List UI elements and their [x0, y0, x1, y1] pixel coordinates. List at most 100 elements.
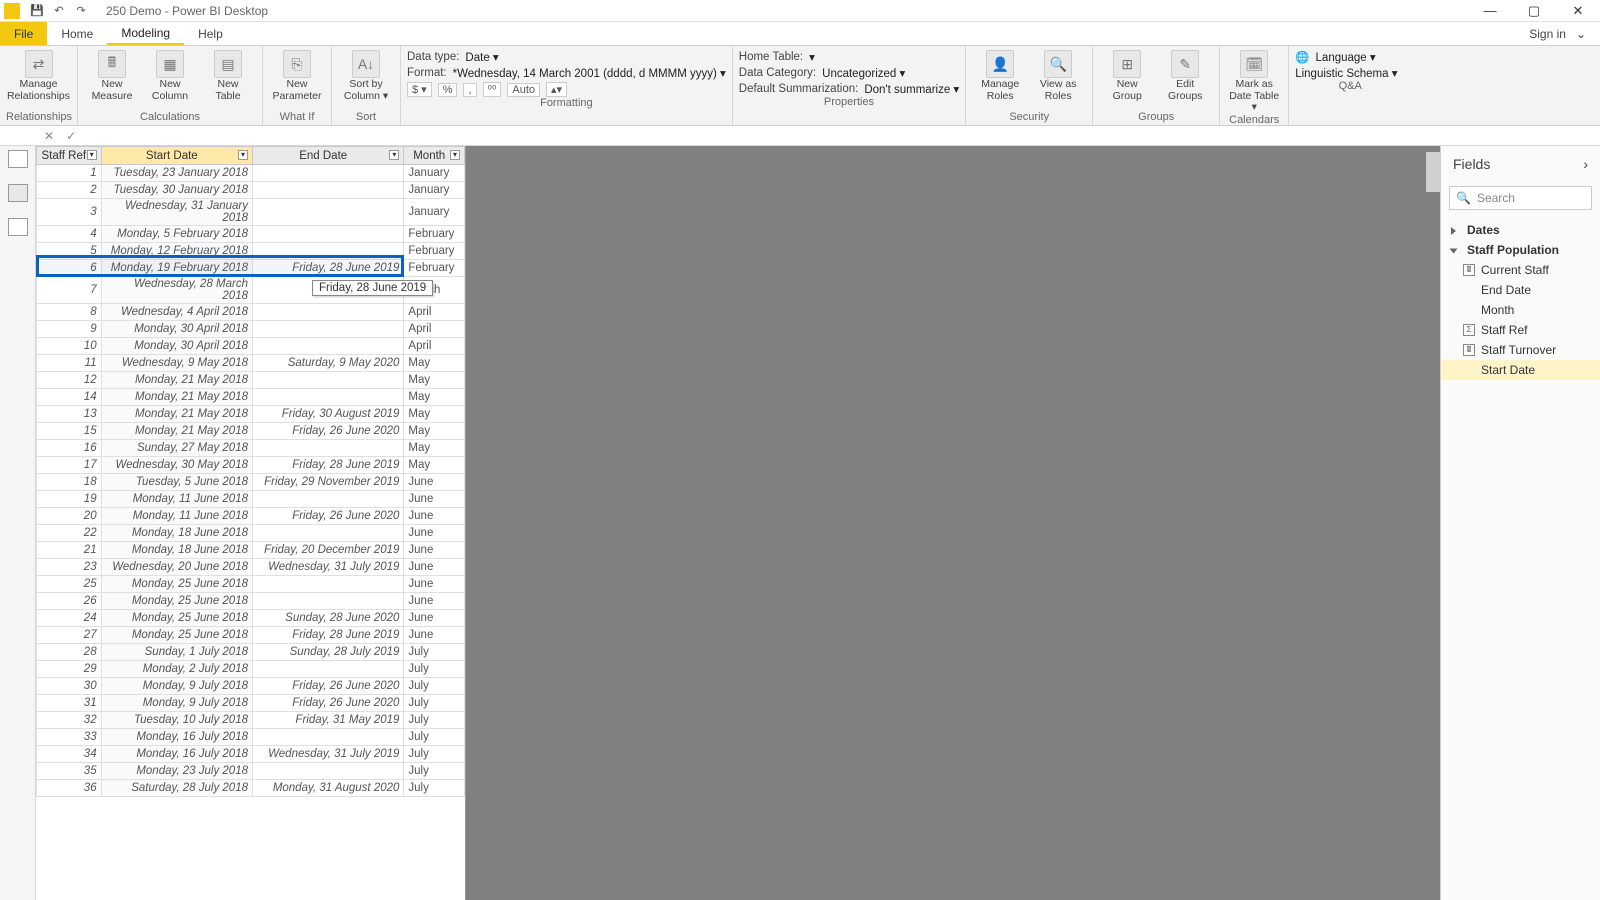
field-month[interactable]: Month [1441, 300, 1600, 320]
table-row[interactable]: 20Monday, 11 June 2018Friday, 26 June 20… [37, 508, 465, 525]
table-row[interactable]: 9Monday, 30 April 2018April [37, 321, 465, 338]
filter-icon[interactable]: ▾ [87, 150, 97, 160]
currency-button[interactable]: $ ▾ [407, 82, 432, 97]
new-column-button[interactable]: ▦New Column [142, 48, 198, 102]
view-as-roles-button[interactable]: 🔍View as Roles [1030, 48, 1086, 102]
table-row[interactable]: 13Monday, 21 May 2018Friday, 30 August 2… [37, 406, 465, 423]
table-row[interactable]: 28Sunday, 1 July 2018Sunday, 28 July 201… [37, 644, 465, 661]
table-staff-population[interactable]: Staff Population [1441, 240, 1600, 260]
filter-icon[interactable]: ▾ [450, 150, 460, 160]
summ-dropdown[interactable]: Don't summarize ▾ [864, 82, 959, 96]
new-measure-button[interactable]: 🖩New Measure [84, 48, 140, 102]
percent-button[interactable]: % [438, 83, 458, 97]
table-row[interactable]: 14Monday, 21 May 2018May [37, 389, 465, 406]
chevron-right-icon[interactable]: › [1583, 156, 1588, 172]
window-title: 250 Demo - Power BI Desktop [106, 4, 268, 18]
chevron-down-icon[interactable]: ⌄ [1576, 27, 1586, 41]
manage-roles-button[interactable]: 👤Manage Roles [972, 48, 1028, 102]
table-row[interactable]: 29Monday, 2 July 2018July [37, 661, 465, 678]
col-start-date[interactable]: Start Date▾ [101, 147, 252, 165]
redo-icon[interactable]: ↷ [74, 4, 88, 18]
table-row[interactable]: 24Monday, 25 June 2018Sunday, 28 June 20… [37, 610, 465, 627]
table-row[interactable]: 2Tuesday, 30 January 2018January [37, 182, 465, 199]
table-row[interactable]: 30Monday, 9 July 2018Friday, 26 June 202… [37, 678, 465, 695]
table-dates[interactable]: Dates [1441, 220, 1600, 240]
format-dropdown[interactable]: *Wednesday, 14 March 2001 (dddd, d MMMM … [453, 66, 726, 80]
table-row[interactable]: 5Monday, 12 February 2018February [37, 243, 465, 260]
table-row[interactable]: 27Monday, 25 June 2018Friday, 28 June 20… [37, 627, 465, 644]
model-view-icon[interactable] [8, 218, 28, 236]
fields-search[interactable]: 🔍 Search [1449, 186, 1592, 210]
new-table-button[interactable]: ▤New Table [200, 48, 256, 102]
auto-button[interactable]: Auto [507, 83, 540, 97]
table-row[interactable]: 34Monday, 16 July 2018Wednesday, 31 July… [37, 746, 465, 763]
save-icon[interactable]: 💾 [30, 4, 44, 18]
table-row[interactable]: 32Tuesday, 10 July 2018Friday, 31 May 20… [37, 712, 465, 729]
field-staff-turnover[interactable]: 🖩Staff Turnover [1441, 340, 1600, 360]
table-row[interactable]: 35Monday, 23 July 2018July [37, 763, 465, 780]
table-row[interactable]: 15Monday, 21 May 2018Friday, 26 June 202… [37, 423, 465, 440]
filter-icon[interactable]: ▾ [238, 150, 248, 160]
commit-formula-icon[interactable]: ✓ [66, 129, 76, 143]
edit-groups-button[interactable]: ✎Edit Groups [1157, 48, 1213, 102]
language-dropdown[interactable]: Language ▾ [1316, 50, 1376, 64]
field-end-date[interactable]: End Date [1441, 280, 1600, 300]
table-row[interactable]: 3Wednesday, 31 January 2018January [37, 199, 465, 226]
table-row[interactable]: 22Monday, 18 June 2018June [37, 525, 465, 542]
table-row[interactable]: 21Monday, 18 June 2018Friday, 20 Decembe… [37, 542, 465, 559]
hometable-label: Home Table: [739, 51, 803, 63]
field-start-date[interactable]: Start Date [1441, 360, 1600, 380]
table-row[interactable]: 11Wednesday, 9 May 2018Saturday, 9 May 2… [37, 355, 465, 372]
field-current-staff[interactable]: 🖩Current Staff [1441, 260, 1600, 280]
table-row[interactable]: 12Monday, 21 May 2018May [37, 372, 465, 389]
table-row[interactable]: 10Monday, 30 April 2018April [37, 338, 465, 355]
calendar-icon: 🗓 [1240, 50, 1268, 78]
table-row[interactable]: 23Wednesday, 20 June 2018Wednesday, 31 J… [37, 559, 465, 576]
data-view-icon[interactable] [8, 184, 28, 202]
new-group-button[interactable]: ⊞New Group [1099, 48, 1155, 102]
help-tab[interactable]: Help [184, 22, 237, 45]
table-row[interactable]: 1Tuesday, 23 January 2018January [37, 165, 465, 182]
file-tab[interactable]: File [0, 22, 47, 45]
hometable-dropdown[interactable]: ▾ [809, 50, 815, 64]
col-end-date[interactable]: End Date▾ [253, 147, 404, 165]
home-tab[interactable]: Home [47, 22, 107, 45]
comma-button[interactable]: , [463, 83, 476, 97]
table-row[interactable]: 17Wednesday, 30 May 2018Friday, 28 June … [37, 457, 465, 474]
table-row[interactable]: 16Sunday, 27 May 2018May [37, 440, 465, 457]
sort-icon: A↓ [352, 50, 380, 78]
table-row[interactable]: 4Monday, 5 February 2018February [37, 226, 465, 243]
table-row[interactable]: 8Wednesday, 4 April 2018April [37, 304, 465, 321]
table-row[interactable]: 6Monday, 19 February 2018Friday, 28 June… [37, 260, 465, 277]
table-row[interactable]: 33Monday, 16 July 2018July [37, 729, 465, 746]
sort-by-column-button[interactable]: A↓Sort by Column ▾ [338, 48, 394, 102]
sign-in-link[interactable]: Sign in [1529, 27, 1566, 41]
col-month[interactable]: Month▾ [404, 147, 465, 165]
field-staff-ref[interactable]: ΣStaff Ref [1441, 320, 1600, 340]
table-row[interactable]: 19Monday, 11 June 2018June [37, 491, 465, 508]
table-row[interactable]: 18Tuesday, 5 June 2018Friday, 29 Novembe… [37, 474, 465, 491]
table-row[interactable]: 25Monday, 25 June 2018June [37, 576, 465, 593]
modeling-tab[interactable]: Modeling [107, 22, 184, 45]
undo-icon[interactable]: ↶ [52, 4, 66, 18]
table-row[interactable]: 31Monday, 9 July 2018Friday, 26 June 202… [37, 695, 465, 712]
manage-relationships-button[interactable]: ⇄ Manage Relationships [6, 48, 71, 102]
maximize-button[interactable]: ▢ [1512, 0, 1556, 22]
new-parameter-button[interactable]: ⎘New Parameter [269, 48, 325, 102]
close-button[interactable]: ✕ [1556, 0, 1600, 22]
table-row[interactable]: 36Saturday, 28 July 2018Monday, 31 Augus… [37, 780, 465, 797]
decimal-spinner[interactable]: ▴▾ [546, 82, 567, 97]
decimal-button[interactable]: ⁰⁰ [483, 82, 502, 97]
linguistic-schema-dropdown[interactable]: Linguistic Schema ▾ [1295, 66, 1397, 80]
report-view-icon[interactable] [8, 150, 28, 168]
mark-date-table-button[interactable]: 🗓Mark as Date Table ▾ [1226, 48, 1282, 114]
col-staff-ref[interactable]: Staff Ref▾ [37, 147, 102, 165]
datatype-dropdown[interactable]: Date ▾ [465, 50, 498, 64]
roles-icon: 👤 [986, 50, 1014, 78]
scrollbar-thumb[interactable] [1426, 152, 1440, 192]
filter-icon[interactable]: ▾ [389, 150, 399, 160]
datacat-dropdown[interactable]: Uncategorized ▾ [822, 66, 905, 80]
table-row[interactable]: 26Monday, 25 June 2018June [37, 593, 465, 610]
minimize-button[interactable]: — [1468, 0, 1512, 22]
cancel-formula-icon[interactable]: ✕ [44, 129, 54, 143]
